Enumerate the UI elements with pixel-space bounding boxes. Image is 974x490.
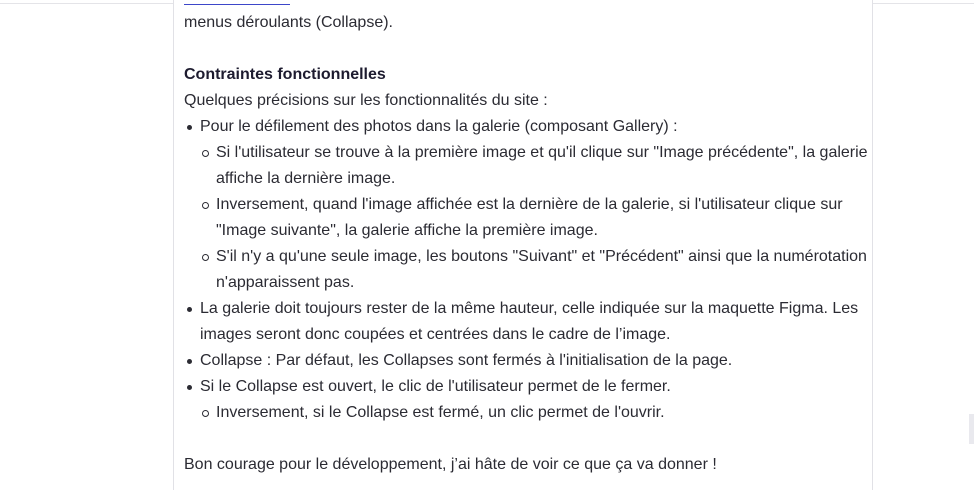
link-underline <box>184 4 290 5</box>
list-item: Si le Collapse est ouvert, le clic de l'… <box>184 374 874 426</box>
list-item: Collapse : Par défaut, les Collapses son… <box>184 348 874 374</box>
sub-list-item: S'il n'y a qu'une seule image, les bouto… <box>200 244 874 296</box>
sub-list-item-text: S'il n'y a qu'une seule image, les bouto… <box>216 248 867 291</box>
closing-text: Bon courage pour le développement, j’ai … <box>184 456 717 473</box>
intro-tail-text: menus déroulants (Collapse). <box>184 14 393 31</box>
sub-list-item-text: Inversement, si le Collapse est fermé, u… <box>216 404 665 421</box>
list-item-text: Pour le défilement des photos dans la ga… <box>200 118 678 135</box>
section-lead: Quelques précisions sur les fonctionnali… <box>184 92 548 109</box>
sub-list-item: Inversement, si le Collapse est fermé, u… <box>200 400 874 426</box>
list-item-text: Collapse : Par défaut, les Collapses son… <box>200 352 733 369</box>
sub-list-item-text: Inversement, quand l'image affichée est … <box>216 196 843 239</box>
list-item: Pour le défilement des photos dans la ga… <box>184 114 874 296</box>
sub-list-item-text: Si l'utilisateur se trouve à la première… <box>216 144 868 187</box>
cut-off-link[interactable] <box>184 0 290 6</box>
list-item-text: La galerie doit toujours rester de la mê… <box>200 300 859 343</box>
list-item: La galerie doit toujours rester de la mê… <box>184 296 874 348</box>
section-heading: Contraintes fonctionnelles <box>184 66 386 83</box>
sub-list: Si l'utilisateur se trouve à la première… <box>200 140 874 296</box>
scrollbar-thumb[interactable] <box>969 414 974 444</box>
sub-list-item: Inversement, quand l'image affichée est … <box>200 192 874 244</box>
document-panel: menus déroulants (Collapse). Contraintes… <box>173 0 873 490</box>
list-item-text: Si le Collapse est ouvert, le clic de l'… <box>200 378 671 395</box>
sub-list-item: Si l'utilisateur se trouve à la première… <box>200 140 874 192</box>
sub-list: Inversement, si le Collapse est fermé, u… <box>200 400 874 426</box>
constraints-list: Pour le défilement des photos dans la ga… <box>184 114 874 426</box>
